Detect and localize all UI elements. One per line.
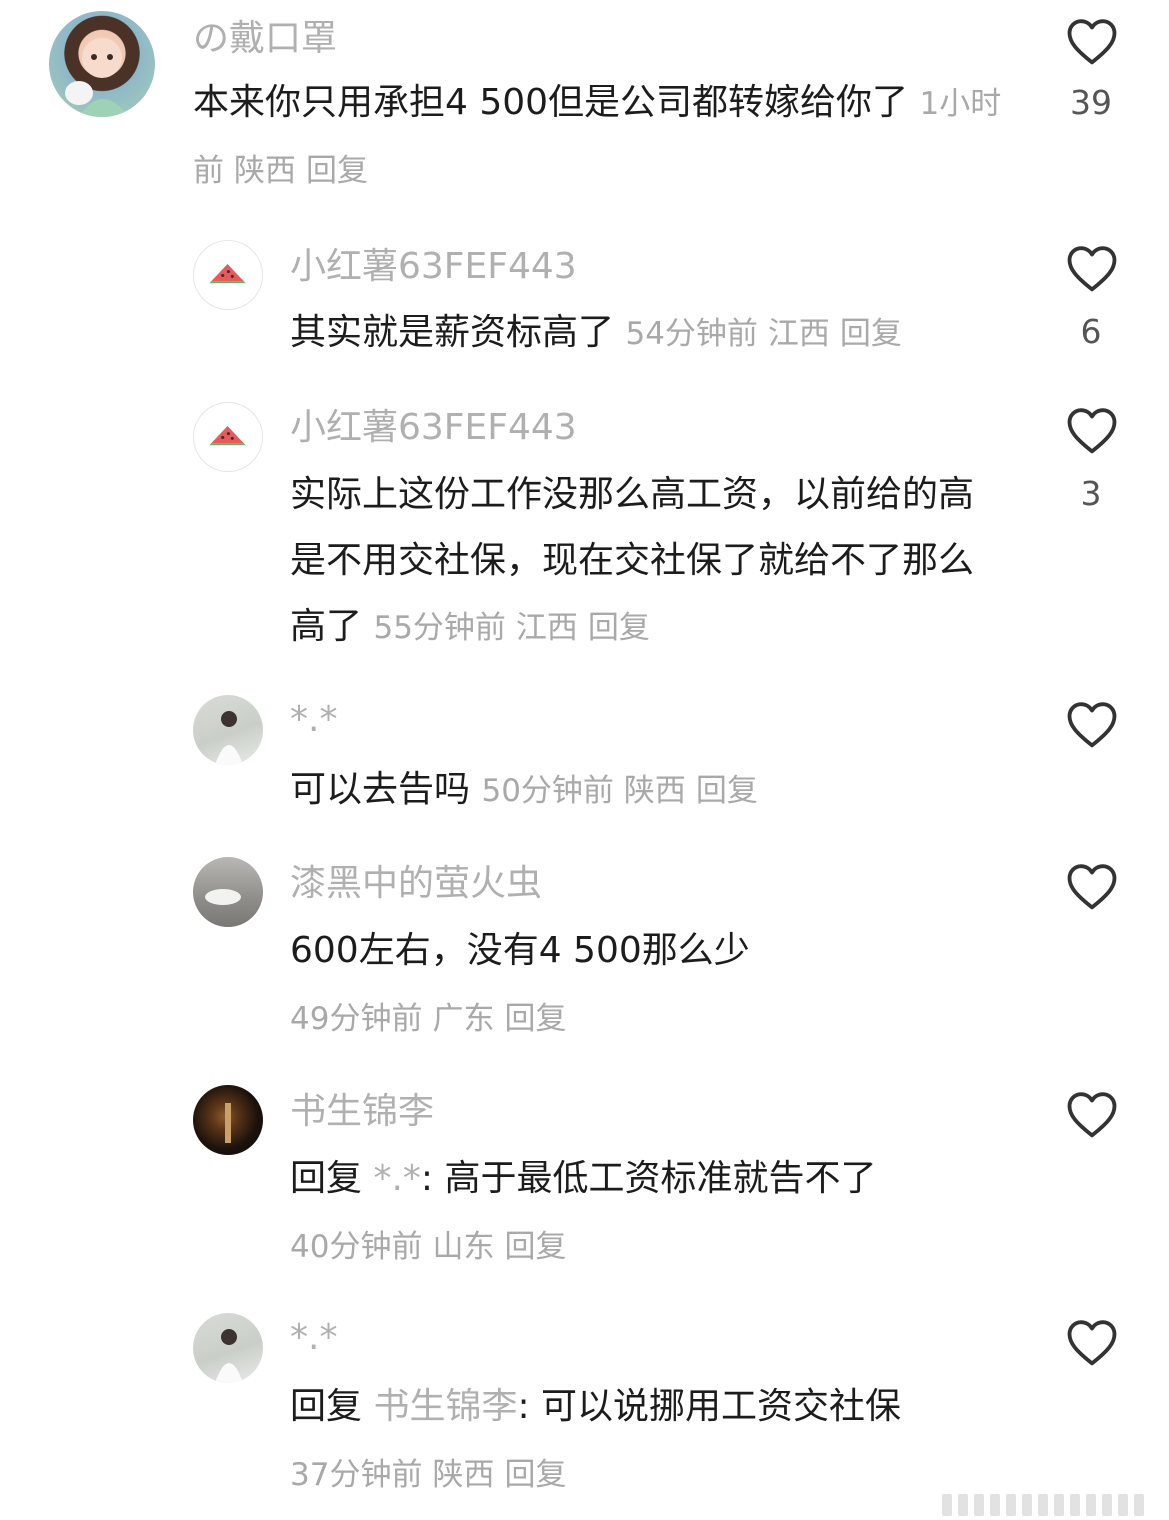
location: 陕西 [234, 153, 296, 189]
location: 江西 [767, 316, 830, 352]
comment-body: : 高于最低工资标准就告不了 [420, 1158, 877, 1199]
like-count: 39 [1070, 83, 1112, 122]
reply-prefix: 回复 [290, 1158, 363, 1199]
location: 陕西 [432, 1457, 495, 1493]
username[interactable]: 小红薯63FEF443 [290, 245, 577, 289]
reply-target[interactable]: 书生锦李 [373, 1386, 517, 1427]
username[interactable]: 漆黑中的萤火虫 [290, 862, 542, 906]
comment-text: 600左右，没有4 500那么少 [290, 918, 1005, 984]
comment-meta: 50分钟前 陕西 回复 [481, 773, 767, 809]
timestamp: 37分钟前 [290, 1457, 423, 1493]
comment-meta: 40分钟前 山东 回复 [290, 1214, 576, 1280]
timestamp: 54分钟前 [625, 316, 758, 352]
avatar[interactable] [193, 1313, 263, 1383]
comment-body: 其实就是薪资标高了 [290, 312, 615, 353]
like-button[interactable] [1064, 1089, 1120, 1139]
like-button[interactable] [1064, 16, 1120, 66]
comment-text: 本来你只用承担4 500但是公司都转嫁给你了 1小时前 陕西 回复 [193, 70, 1003, 204]
timestamp: 40分钟前 [290, 1229, 423, 1265]
like-count: 3 [1080, 474, 1102, 513]
comment-text: 可以去告吗 50分钟前 陕西 回复 [290, 757, 1005, 824]
timestamp: 49分钟前 [290, 1001, 423, 1037]
username[interactable]: の戴口罩 [193, 17, 337, 61]
avatar[interactable] [193, 1085, 263, 1155]
heart-outline-icon [1067, 1320, 1117, 1366]
username[interactable]: *.* [290, 698, 337, 742]
like-button[interactable] [1064, 861, 1120, 911]
reply-target[interactable]: *.* [373, 1158, 420, 1199]
comment-meta: 55分钟前 江西 回复 [373, 610, 659, 646]
like-button[interactable] [1064, 405, 1120, 455]
reply-button[interactable]: 回复 [840, 316, 902, 352]
reply-prefix: 回复 [290, 1386, 363, 1427]
username[interactable]: 书生锦李 [290, 1090, 434, 1134]
comment-body: 本来你只用承担4 500但是公司都转嫁给你了 [193, 82, 909, 123]
comment-meta: 37分钟前 陕西 回复 [290, 1442, 576, 1508]
reply-button[interactable]: 回复 [504, 1001, 566, 1037]
heart-outline-icon [1067, 1092, 1117, 1138]
timestamp: 50分钟前 [481, 773, 614, 809]
reply-button[interactable]: 回复 [504, 1229, 566, 1265]
comment-meta: 49分钟前 广东 回复 [290, 986, 576, 1052]
location: 江西 [515, 610, 578, 646]
reply-button[interactable]: 回复 [306, 153, 368, 189]
avatar[interactable] [193, 857, 263, 927]
comment-text: 回复 书生锦李: 可以说挪用工资交社保 [290, 1374, 1005, 1440]
heart-outline-icon [1067, 864, 1117, 910]
comment-body: : 可以说挪用工资交社保 [517, 1386, 902, 1427]
like-count: 6 [1080, 312, 1102, 351]
location: 陕西 [623, 773, 686, 809]
like-button[interactable] [1064, 699, 1120, 749]
comment-body: 可以去告吗 [290, 769, 471, 810]
comment-body: 600左右，没有4 500那么少 [290, 930, 750, 971]
heart-outline-icon [1067, 19, 1117, 65]
avatar[interactable] [193, 402, 263, 472]
avatar[interactable] [193, 240, 263, 310]
location: 山东 [432, 1229, 495, 1265]
comment-text: 实际上这份工作没那么高工资，以前给的高是不用交社保，现在交社保了就给不了那么高了… [290, 462, 1005, 661]
avatar[interactable] [49, 11, 155, 117]
heart-outline-icon [1067, 408, 1117, 454]
like-button[interactable] [1064, 243, 1120, 293]
heart-outline-icon [1067, 246, 1117, 292]
heart-outline-icon [1067, 702, 1117, 748]
comment-meta: 54分钟前 江西 回复 [625, 316, 911, 352]
username[interactable]: *.* [290, 1316, 337, 1360]
username[interactable]: 小红薯63FEF443 [290, 406, 577, 450]
location: 广东 [432, 1001, 495, 1037]
reply-button[interactable]: 回复 [588, 610, 650, 646]
reply-button[interactable]: 回复 [504, 1457, 566, 1493]
comment-text: 回复 *.*: 高于最低工资标准就告不了 [290, 1146, 1005, 1212]
avatar[interactable] [193, 695, 263, 765]
comment-text: 其实就是薪资标高了 54分钟前 江西 回复 [290, 300, 1010, 367]
timestamp: 55分钟前 [373, 610, 506, 646]
reply-button[interactable]: 回复 [696, 773, 758, 809]
like-button[interactable] [1064, 1317, 1120, 1367]
